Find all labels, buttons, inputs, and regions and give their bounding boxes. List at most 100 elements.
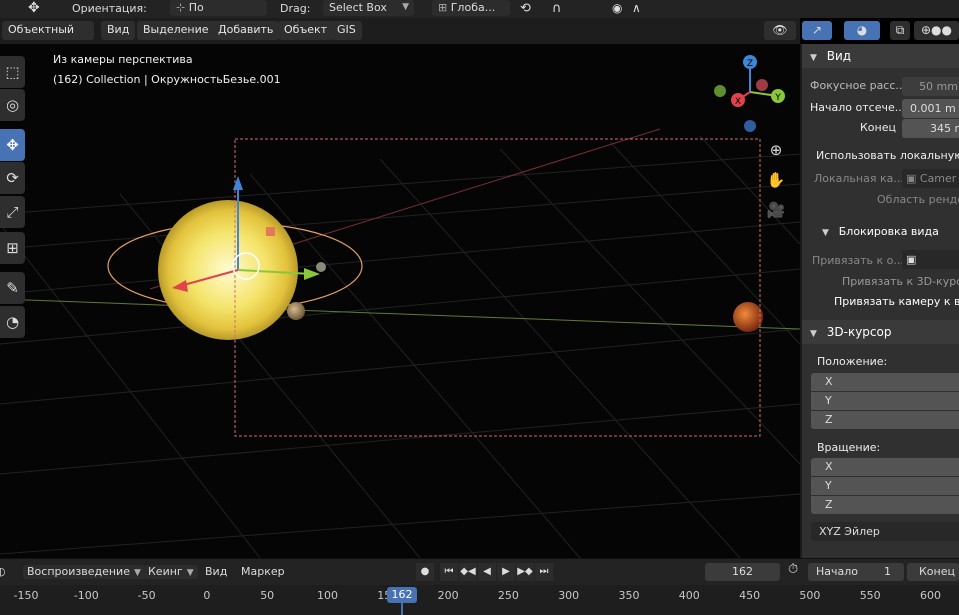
clip-start-label: Начало отсече... — [810, 101, 906, 114]
play-reverse-button[interactable]: ◀ — [478, 563, 496, 581]
orientation-label: Ориентация: — [72, 2, 147, 15]
playback-dropdown[interactable]: Воспроизведение ▼ — [23, 565, 145, 579]
start-frame-value: 1 — [884, 565, 891, 578]
location-x-field[interactable]: X — [811, 373, 959, 391]
moon-object — [287, 302, 305, 320]
tool-select-box[interactable]: ⬚ — [0, 56, 25, 88]
lock-object-label: Привязать к о... — [812, 254, 904, 267]
clip-start-field[interactable]: 0.001 m — [902, 99, 959, 118]
ruler-tick-label: 350 — [618, 589, 640, 602]
orientation-dropdown[interactable]: ⊹ По умолч...▼ — [170, 0, 267, 29]
chevron-down-icon: ▼ — [133, 568, 141, 578]
jump-start-icon: ⏮ — [444, 566, 454, 577]
camera-view-icon[interactable]: 🎥 — [764, 198, 788, 222]
overlays-toggle-button[interactable]: ◕ — [844, 21, 880, 40]
select-box-icon: ⬚ — [5, 63, 20, 81]
menu-select[interactable]: Выделение — [137, 21, 215, 40]
expand-arrow-icon: ▼ — [810, 53, 817, 63]
cursor-section-header[interactable]: ▼ 3D-курсор — [802, 320, 959, 344]
drag-label: Drag: — [280, 2, 311, 15]
camera-field-icon: ▣ — [906, 172, 920, 185]
record-button[interactable]: ● — [416, 563, 434, 581]
playhead-marker[interactable]: 162 — [387, 587, 417, 603]
current-frame-field[interactable]: 162 — [705, 563, 780, 581]
shading-icons: ⊕●● — [921, 23, 952, 37]
drag-value: Select Box — [329, 1, 387, 14]
tool-rotate[interactable]: ⟳ — [0, 162, 25, 194]
ruler-tick-label: 450 — [739, 589, 761, 602]
menu-view[interactable]: Вид — [101, 21, 136, 40]
tool-measure[interactable]: ◔ — [0, 306, 25, 338]
expand-arrow-icon: ▼ — [810, 329, 817, 339]
global-axes-icon: ⊞ — [438, 1, 451, 14]
jump-start-button[interactable]: ⏮ — [440, 563, 458, 581]
lock-object-field[interactable]: ▣ — [902, 250, 959, 269]
snap-icon[interactable]: ∩ — [552, 0, 562, 18]
shading-mode-buttons[interactable]: ⊕●● — [914, 21, 959, 40]
xray-toggle-button[interactable]: ⧉ — [890, 21, 910, 40]
location-z-field[interactable]: Z — [811, 411, 959, 429]
jump-end-button[interactable]: ⏭ — [535, 563, 553, 581]
menu-gis[interactable]: GIS — [331, 21, 362, 40]
lock-to-cursor-label[interactable]: Привязать к 3D-курсору — [842, 275, 959, 288]
local-camera-checkbox-label[interactable]: Использовать локальную к — [816, 149, 959, 162]
menu-add[interactable]: Добавить — [212, 21, 280, 40]
view-section-title: Вид — [826, 49, 852, 63]
view-section-header[interactable]: ▼ Вид — [802, 44, 959, 68]
tool-cursor[interactable]: ◎ — [0, 89, 25, 121]
timeline-marker-menu[interactable]: Маркер — [241, 565, 285, 579]
transform-pivot-icon[interactable]: ✥ — [28, 0, 40, 18]
zoom-icon[interactable]: ⊕ — [764, 138, 788, 162]
record-icon: ● — [420, 566, 430, 577]
playback-label: Воспроизведение — [27, 565, 130, 578]
play-icon: ▶ — [502, 566, 510, 577]
rotation-mode-dropdown[interactable]: XYZ Эйлер — [811, 522, 959, 541]
play-button[interactable]: ▶ — [497, 563, 515, 581]
drag-dropdown[interactable]: Select Box ▼ — [323, 0, 414, 16]
stopwatch-icon[interactable]: ⏱ — [788, 563, 798, 577]
lock-section-header[interactable]: ▼ Блокировка вида — [802, 219, 959, 243]
pivot-point-icon[interactable]: ⟲ — [520, 0, 531, 18]
proportional-edit-icon[interactable]: ◉ — [612, 0, 622, 18]
timeline-view-menu[interactable]: Вид — [205, 565, 227, 579]
tool-move[interactable]: ✥ — [0, 129, 25, 161]
focal-length-field[interactable]: 50 mm — [902, 77, 959, 96]
tool-annotate[interactable]: ✎ — [0, 272, 25, 304]
pan-hand-icon[interactable]: ✋ — [764, 168, 788, 192]
gizmo-y-label: Y — [774, 93, 781, 103]
tool-transform[interactable]: ⊞ — [0, 232, 25, 264]
visibility-dropdown[interactable]: 👁 — [764, 21, 796, 40]
play-reverse-icon: ◀ — [483, 566, 491, 577]
3d-viewport[interactable]: Из камеры перспектива (162) Collection |… — [0, 44, 800, 558]
gizmo-toggle-button[interactable]: ↗ — [802, 21, 832, 40]
falloff-icon[interactable]: ∧ — [632, 0, 641, 18]
mode-dropdown[interactable]: Объектный ...▼ — [2, 21, 94, 54]
lock-camera-to-view-label[interactable]: Привязать камеру к вид — [834, 295, 959, 308]
clip-end-field[interactable]: 345 m — [902, 119, 959, 138]
editor-type-icon[interactable]: ◐ — [0, 565, 6, 579]
transform-space-value: Глоба... — [450, 1, 496, 14]
local-camera-field[interactable]: ▣ Camer — [902, 169, 959, 188]
transform-space-dropdown[interactable]: ⊞ Глоба... — [432, 0, 510, 16]
overlays-icon: ◕ — [856, 23, 868, 37]
rotation-x-field[interactable]: X — [811, 458, 959, 476]
move-icon: ✥ — [6, 136, 19, 154]
gizmo-icon: ↗ — [811, 23, 823, 37]
end-frame-field[interactable]: Конец — [907, 563, 959, 581]
menu-object[interactable]: Объект — [278, 21, 334, 40]
tool-scale[interactable]: ⤢ — [0, 196, 25, 228]
next-keyframe-button[interactable]: ▶◆ — [516, 563, 534, 581]
lock-section-title: Блокировка вида — [838, 225, 939, 238]
navigation-gizmo[interactable]: Z Y X — [712, 54, 792, 134]
prev-keyframe-button[interactable]: ◆◀ — [459, 563, 477, 581]
gizmo-z-label: Z — [747, 59, 753, 69]
keying-dropdown[interactable]: Кеинг ▼ — [144, 565, 198, 579]
rotation-z-field[interactable]: Z — [811, 496, 959, 514]
render-region-label[interactable]: Область рендер — [877, 193, 959, 206]
start-frame-field[interactable]: Начало 1 — [808, 563, 904, 581]
ruler-tick-label: 50 — [260, 589, 275, 602]
eye-icon: 👁 — [772, 23, 788, 37]
planet-object — [733, 302, 763, 332]
location-y-field[interactable]: Y — [811, 392, 959, 410]
rotation-y-field[interactable]: Y — [811, 477, 959, 495]
